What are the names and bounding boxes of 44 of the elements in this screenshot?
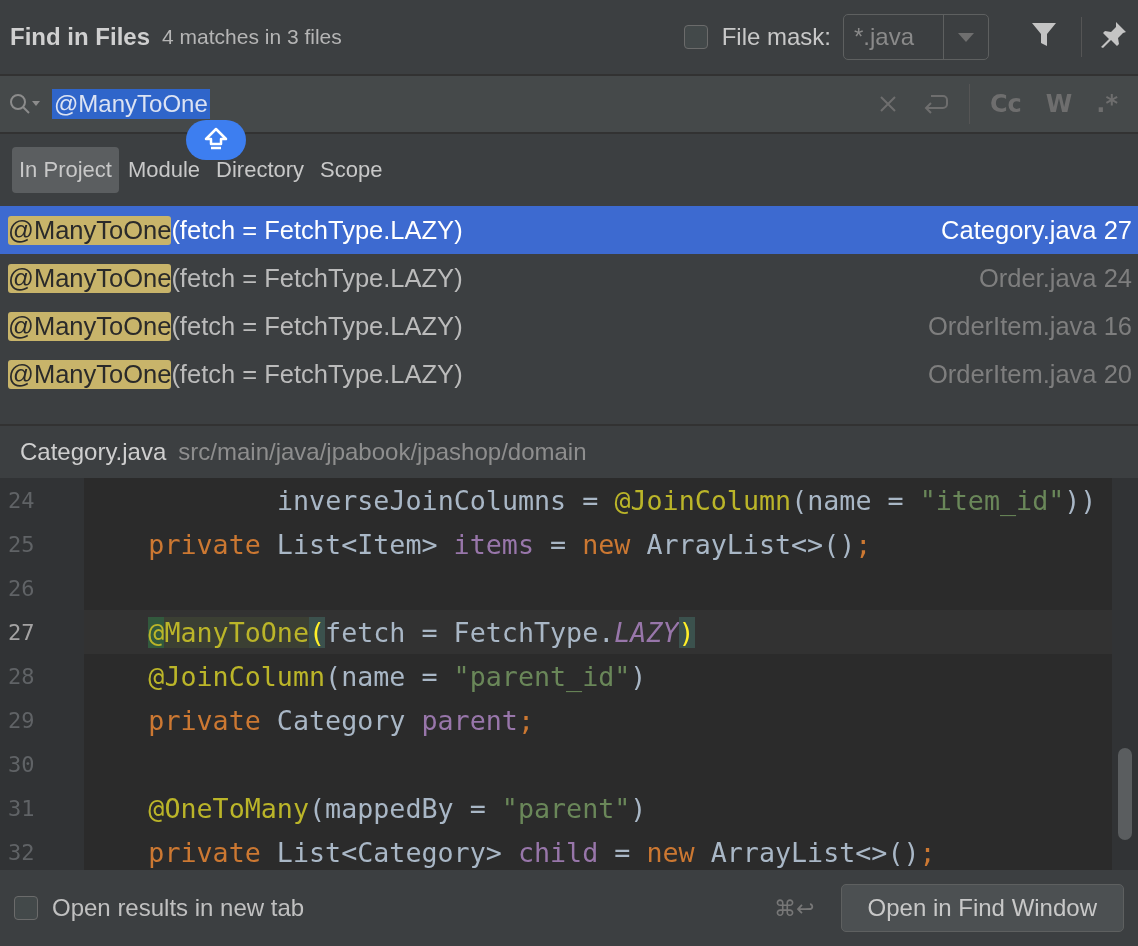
match-highlight: @ManyToOne [8, 263, 172, 293]
shortcut-hint: ⌘↩ [774, 895, 815, 921]
clear-icon[interactable] [879, 95, 897, 113]
result-location: OrderItem.java 20 [927, 359, 1132, 389]
result-location: Category.java 27 [941, 215, 1132, 245]
search-query[interactable]: @ManyToOne [52, 89, 210, 119]
file-mask-label: File mask: [721, 23, 831, 51]
preview-file-path: src/main/java/jpabook/jpashop/domain [178, 438, 587, 466]
preview-file-name: Category.java [20, 438, 167, 466]
line-number: 27 [0, 610, 84, 654]
scope-tab[interactable]: Directory [209, 147, 312, 193]
result-row[interactable]: @ManyToOne(fetch = FetchType.LAZY) OrderItem.java 16 [0, 302, 1138, 350]
new-tab-label: Open results in new tab [52, 894, 305, 922]
match-highlight: @ManyToOne [8, 215, 172, 245]
code-line: private List<Category> child = new ArrayList<>(); [148, 836, 936, 868]
filter-icon[interactable] [1031, 21, 1057, 49]
result-context: (fetch = FetchType.LAZY) [171, 263, 463, 293]
scrollbar-thumb[interactable] [1118, 748, 1132, 840]
scope-tab[interactable]: Module [120, 147, 208, 193]
result-row[interactable]: @ManyToOne(fetch = FetchType.LAZY) Category.java 27 [0, 206, 1138, 254]
result-row[interactable]: @ManyToOne(fetch = FetchType.LAZY) Order.java 24 [0, 254, 1138, 302]
code-line: @JoinColumn(name = "parent_id") [148, 660, 647, 692]
checkbox[interactable] [14, 896, 38, 920]
scope-tab[interactable]: Scope [313, 147, 390, 193]
result-context: (fetch = FetchType.LAZY) [171, 311, 463, 341]
result-row[interactable]: @ManyToOne(fetch = FetchType.LAZY) OrderItem.java 20 [0, 350, 1138, 398]
match-summary: 4 matches in 3 files [162, 25, 342, 49]
code-line: @OneToMany(mappedBy = "parent") [148, 792, 647, 824]
result-location: Order.java 24 [978, 263, 1132, 293]
search-icon[interactable] [8, 92, 42, 116]
result-context: (fetch = FetchType.LAZY) [171, 359, 463, 389]
dialog-title: Find in Files [10, 23, 150, 51]
match-highlight: @ManyToOne [8, 311, 172, 341]
checkbox[interactable] [683, 25, 708, 49]
code-line: private Category parent; [148, 704, 534, 736]
scope-tab[interactable]: In Project [12, 147, 119, 193]
code-line: @ManyToOne(fetch = FetchType.LAZY) [148, 616, 695, 648]
result-location: OrderItem.java 16 [927, 311, 1132, 341]
match-highlight: @ManyToOne [8, 359, 172, 389]
code-line: inverseJoinColumns = @JoinColumn(name = "item_id")) [276, 484, 1097, 516]
dropdown-arrow-icon [956, 31, 976, 43]
open-in-find-window-button[interactable]: Open in Find Window [840, 884, 1124, 932]
code-line: private List<Item> items = new ArrayList<>(); [148, 528, 872, 560]
result-context: (fetch = FetchType.LAZY) [171, 215, 463, 245]
